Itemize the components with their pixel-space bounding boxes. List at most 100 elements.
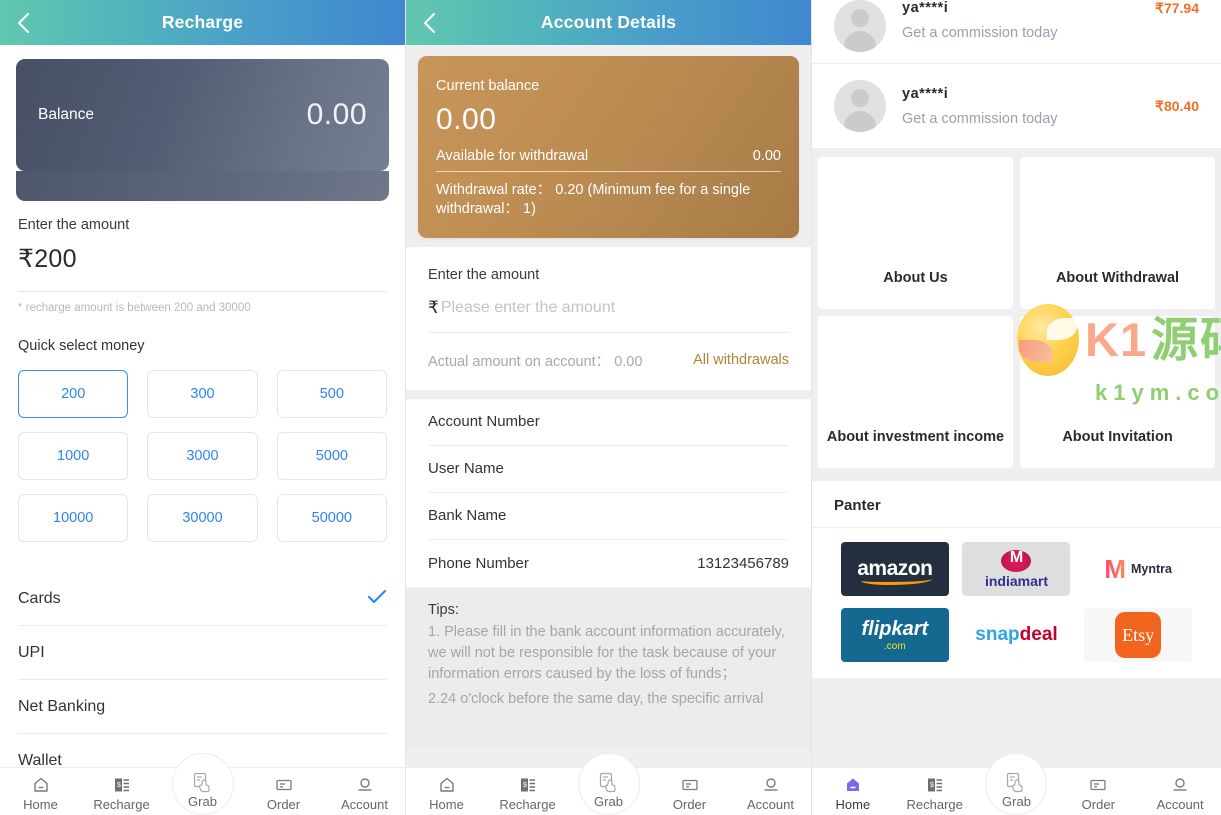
brand-etsy[interactable]: Etsy xyxy=(1084,608,1193,662)
about-card-title: About investment income xyxy=(826,429,1005,446)
quick-amount-button[interactable]: 3000 xyxy=(147,432,258,480)
nav-item-grab[interactable]: Grab xyxy=(976,753,1058,815)
account-header: Account Details xyxy=(406,0,811,45)
back-button[interactable] xyxy=(0,0,46,45)
current-balance-label: Current balance xyxy=(436,78,540,94)
payment-method-label: Net Banking xyxy=(18,697,106,715)
field-user-name[interactable]: User Name xyxy=(428,446,789,493)
balance-card-wrap: Balance 0.00 xyxy=(0,45,405,171)
nav-item-recharge[interactable]: $ Recharge xyxy=(81,768,162,815)
quick-amount-button[interactable]: 200 xyxy=(18,370,129,418)
amount-label: Enter the amount xyxy=(428,266,540,283)
home-icon xyxy=(844,775,862,795)
quick-amount-button[interactable]: 50000 xyxy=(276,494,387,542)
payment-method-netbanking[interactable]: Net Banking xyxy=(18,680,387,734)
svg-text:$: $ xyxy=(523,782,527,789)
amount-input-value[interactable]: ₹200 xyxy=(18,244,387,274)
panel-recharge: Recharge Balance 0.00 Enter the amount ₹… xyxy=(0,0,406,815)
field-value: 13123456789 xyxy=(697,554,789,572)
brand-snapdeal[interactable]: snap deal xyxy=(962,608,1071,662)
amazon-logo-text: amazon xyxy=(857,557,933,585)
nav-item-order[interactable]: Order xyxy=(1057,768,1139,815)
field-bank-name[interactable]: Bank Name xyxy=(428,493,789,540)
nav-item-recharge[interactable]: $ Recharge xyxy=(487,768,568,815)
nav-item-order[interactable]: Order xyxy=(243,768,324,815)
about-withdrawal-card[interactable]: About Withdrawal xyxy=(1020,157,1215,309)
brand-flipkart[interactable]: flipkart .com xyxy=(840,608,949,662)
about-invitation-card[interactable]: About Invitation xyxy=(1020,316,1215,468)
page-title: Account Details xyxy=(540,12,677,32)
nav-label: Home xyxy=(429,797,464,812)
tips-title: Tips: xyxy=(428,601,459,618)
bottom-nav: Home $ Recharge Grab Order Account xyxy=(0,753,405,815)
quick-amount-button[interactable]: 300 xyxy=(147,370,258,418)
nav-item-account[interactable]: Account xyxy=(1139,768,1221,815)
svg-text:$: $ xyxy=(117,782,121,789)
etsy-logo-text: Etsy xyxy=(1115,612,1162,658)
nav-label: Order xyxy=(672,797,707,812)
brand-myntra[interactable]: M Myntra xyxy=(1084,542,1193,596)
quick-select-grid: 200 300 500 1000 3000 5000 10000 30000 5… xyxy=(18,370,387,542)
avatar xyxy=(834,0,886,52)
nav-item-home[interactable]: Home xyxy=(0,768,81,815)
chevron-left-icon xyxy=(17,12,30,34)
nav-label: Home xyxy=(23,797,58,812)
about-cards-grid: About Us About Withdrawal About investme… xyxy=(812,149,1221,474)
payment-method-cards[interactable]: Cards xyxy=(18,572,387,626)
nav-item-home[interactable]: Home xyxy=(406,768,487,815)
about-us-card[interactable]: About Us xyxy=(818,157,1013,309)
quick-amount-button[interactable]: 30000 xyxy=(147,494,258,542)
bottom-nav: Home $ Recharge Grab Order Account xyxy=(812,753,1221,815)
back-button[interactable] xyxy=(406,0,452,45)
home-icon xyxy=(438,775,456,795)
available-row: Available for withdrawal 0.00 xyxy=(436,148,781,172)
list-item[interactable]: ya****i Get a commission today ₹77.94 xyxy=(812,0,1221,64)
nav-item-account[interactable]: Account xyxy=(324,768,405,815)
amount-underline xyxy=(18,291,387,292)
account-person-icon xyxy=(356,775,374,795)
field-label: Account Number xyxy=(428,413,540,431)
brand-amazon[interactable]: amazon xyxy=(840,542,949,596)
order-list-icon xyxy=(681,775,699,795)
recharge-bill-icon: $ xyxy=(519,775,537,795)
withdraw-amount-section: Enter the amount ₹ Please enter the amou… xyxy=(406,246,811,390)
about-investment-income-card[interactable]: About investment income xyxy=(818,316,1013,468)
indiamart-logo-text: indiamart xyxy=(984,572,1048,589)
payment-method-label: UPI xyxy=(18,643,45,661)
commission-amount: ₹80.40 xyxy=(1155,97,1199,114)
nav-label: Order xyxy=(1081,797,1115,812)
gold-card-wrap: Current balance 0.00 Available for withd… xyxy=(406,45,811,238)
amount-input[interactable]: ₹ Please enter the amount xyxy=(428,283,789,333)
brand-indiamart[interactable]: indiamart xyxy=(962,542,1071,596)
quick-amount-button[interactable]: 5000 xyxy=(276,432,387,480)
nav-item-grab[interactable]: Grab xyxy=(162,753,243,815)
nav-item-home[interactable]: Home xyxy=(812,768,894,815)
nav-label: Account xyxy=(1156,797,1204,812)
tips-paragraph-2: 2.24 o'clock before the same day, the sp… xyxy=(428,690,764,707)
nav-item-order[interactable]: Order xyxy=(649,768,730,815)
grab-hand-icon xyxy=(1002,772,1031,793)
field-label: Bank Name xyxy=(428,507,507,525)
grab-hand-icon xyxy=(188,772,217,793)
myntra-logo-text: Myntra xyxy=(1131,562,1172,576)
all-withdrawals-link[interactable]: All withdrawals xyxy=(693,352,789,368)
flipkart-logo-text: flipkart xyxy=(861,618,929,640)
recharge-bill-icon: $ xyxy=(113,775,131,795)
field-phone-number[interactable]: Phone Number 13123456789 xyxy=(428,540,789,587)
bottom-nav: Home $ Recharge Grab Order Account xyxy=(406,753,811,815)
list-item[interactable]: ya****i Get a commission today ₹80.40 xyxy=(812,64,1221,149)
nav-item-grab[interactable]: Grab xyxy=(568,753,649,815)
nav-item-account[interactable]: Account xyxy=(730,768,811,815)
quick-amount-button[interactable]: 1000 xyxy=(18,432,129,480)
flipkart-logo-suffix: .com xyxy=(883,641,906,652)
recharge-body: Balance 0.00 Enter the amount ₹200 * rec… xyxy=(0,45,405,815)
field-account-number[interactable]: Account Number xyxy=(428,399,789,446)
account-person-icon xyxy=(1171,775,1189,795)
amount-placeholder: Please enter the amount xyxy=(440,298,616,316)
payment-method-upi[interactable]: UPI xyxy=(18,626,387,680)
check-icon xyxy=(367,587,387,610)
tips-section: Tips: 1. Please fill in the bank account… xyxy=(406,588,811,749)
quick-amount-button[interactable]: 10000 xyxy=(18,494,129,542)
quick-amount-button[interactable]: 500 xyxy=(276,370,387,418)
nav-item-recharge[interactable]: $ Recharge xyxy=(894,768,976,815)
